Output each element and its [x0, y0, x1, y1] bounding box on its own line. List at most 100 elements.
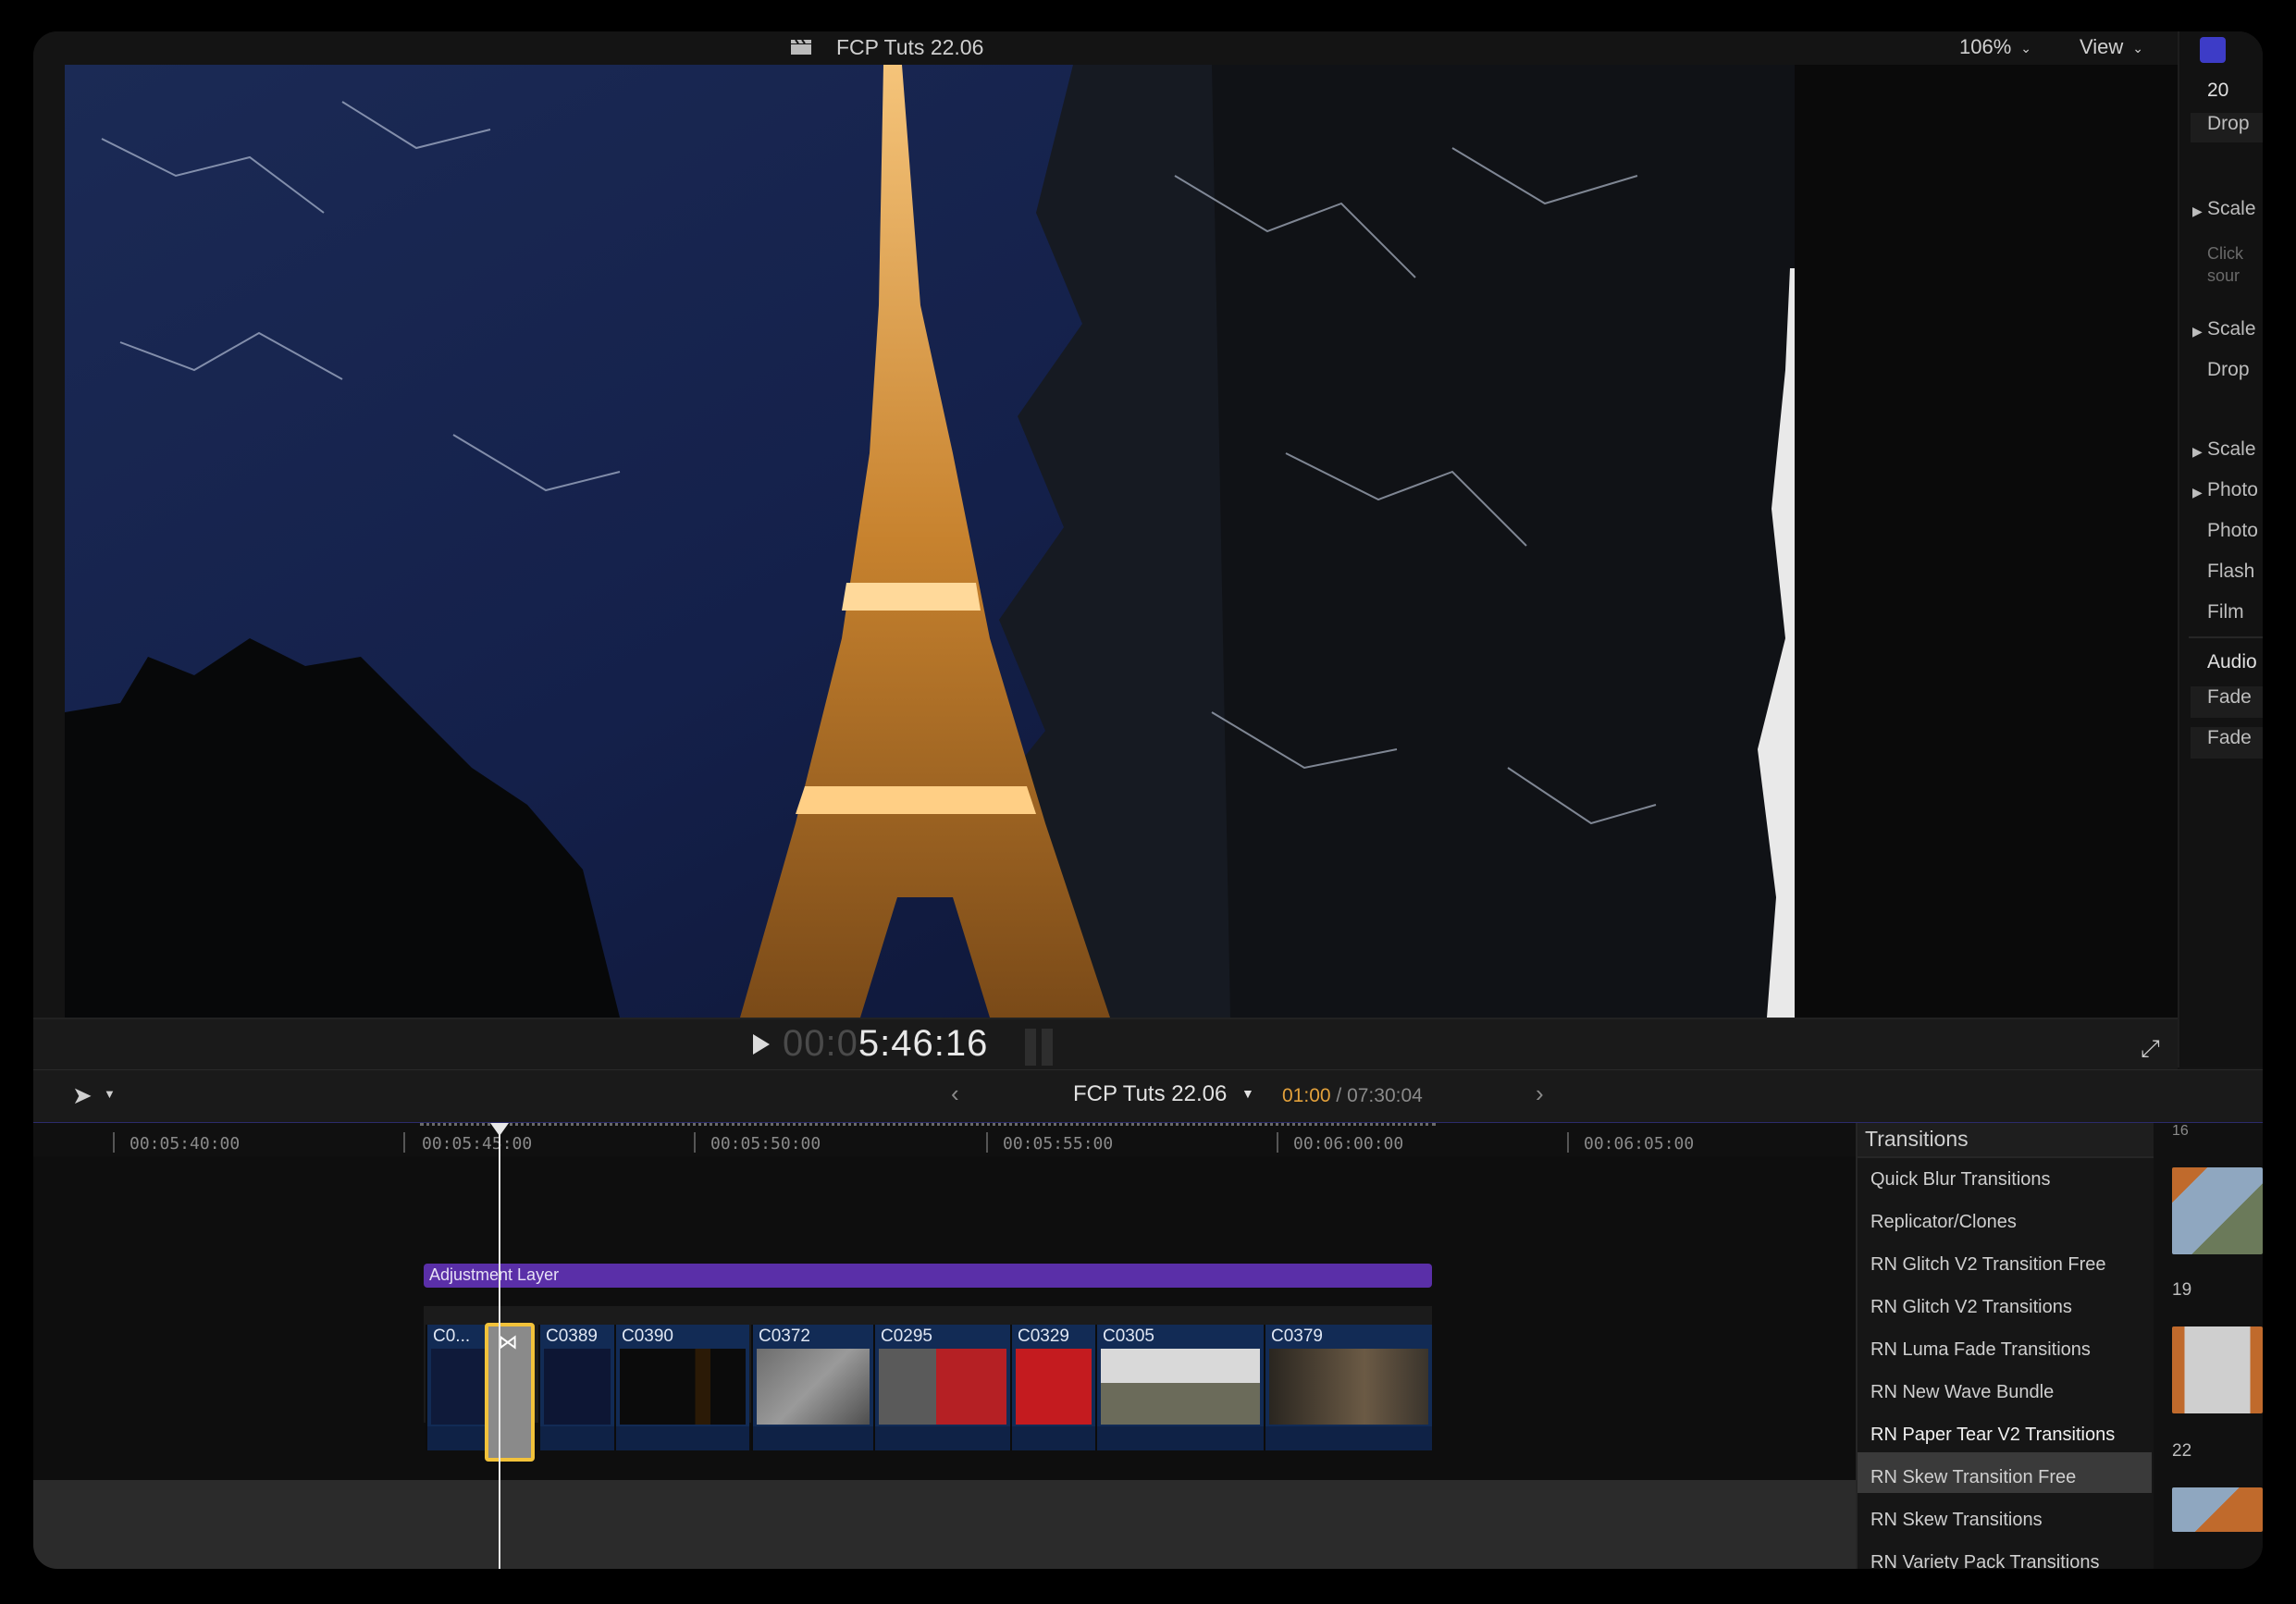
transition-thumbnails: 16 19 22 [2154, 1123, 2263, 1569]
ruler-tick [1277, 1132, 1278, 1153]
inspector-row[interactable]: Fade [2191, 727, 2263, 759]
timeline-clip[interactable]: C0... [426, 1325, 488, 1450]
clip-thumbnail [879, 1349, 1006, 1425]
clip-audio [1012, 1426, 1095, 1450]
timeline-ruler[interactable]: 00:05:40:00 00:05:45:00 00:05:50:00 00:0… [33, 1123, 1856, 1156]
browser-item[interactable]: RN New Wave Bundle [1870, 1382, 2054, 1403]
clip-name: C0... [433, 1326, 471, 1346]
browser-header: Transitions [1858, 1123, 2154, 1158]
ruler-tick [986, 1132, 988, 1153]
inspector-row[interactable]: Scale [2207, 318, 2256, 340]
timecode-display[interactable]: 00:05:46:16 [783, 1023, 988, 1065]
inspector-row[interactable]: Scale [2207, 198, 2256, 220]
clip-thumbnail [757, 1349, 870, 1425]
timeline-clip[interactable]: C0305 [1095, 1325, 1264, 1450]
inspector-row: Click [2207, 244, 2243, 263]
inspector-row[interactable]: Drop [2191, 113, 2263, 142]
view-menu[interactable]: View ⌄ [2080, 31, 2143, 64]
clip-name: C0295 [881, 1326, 932, 1346]
clip-audio [616, 1426, 749, 1450]
ruler-tick [1567, 1132, 1569, 1153]
clip-thumbnail [544, 1349, 611, 1425]
timeline-clip[interactable]: C0329 [1010, 1325, 1095, 1450]
browser-item-selected[interactable]: RN Paper Tear V2 Transitions [1870, 1425, 2115, 1446]
clip-thumbnail [1016, 1349, 1092, 1425]
timeline-clip[interactable]: C0295 [873, 1325, 1010, 1450]
browser-item[interactable]: Quick Blur Transitions [1870, 1169, 2051, 1191]
timeline-duration: 01:00 / 07:30:04 [1282, 1085, 1423, 1107]
thumbnail-number: 22 [2172, 1441, 2192, 1461]
timecode-dim: 00:0 [783, 1023, 858, 1064]
project-title: FCP Tuts 22.06 [836, 35, 984, 59]
range-indicator [420, 1123, 1436, 1129]
inspector-row[interactable]: Audio [2207, 651, 2257, 673]
zoom-menu[interactable]: 106% ⌄ [1959, 31, 2031, 64]
disclosure-triangle-icon[interactable]: ▶ [2192, 204, 2203, 219]
browser-item[interactable]: RN Skew Transition Free [1870, 1467, 2076, 1488]
inspector-row[interactable]: Photo [2207, 520, 2258, 542]
transition-thumbnail[interactable] [2172, 1326, 2263, 1413]
timeline-clip[interactable]: C0389 [538, 1325, 614, 1450]
clip-name: C0305 [1103, 1326, 1154, 1346]
timeline-current: 01:00 [1282, 1085, 1331, 1106]
chevron-left-icon[interactable]: ‹ [951, 1080, 959, 1108]
video-frame [65, 65, 1795, 1018]
chevron-down-icon[interactable]: ▼ [104, 1087, 116, 1101]
browser-title: Transitions [1865, 1127, 1969, 1151]
inspector-row[interactable]: Flash [2207, 561, 2254, 583]
viewer[interactable] [65, 65, 2211, 1018]
disclosure-triangle-icon[interactable]: ▶ [2192, 324, 2203, 339]
inspector-row: sour [2207, 266, 2240, 285]
audio-meter-icon [1025, 1029, 1056, 1066]
inspector-row[interactable]: Film [2207, 601, 2244, 623]
timeline-audio-area[interactable] [33, 1480, 1856, 1569]
timeline-project-name[interactable]: FCP Tuts 22.06 [1073, 1081, 1227, 1107]
clip-name: C0372 [759, 1326, 810, 1346]
chevron-down-icon: ⌄ [2020, 41, 2032, 56]
transition-thumbnail[interactable] [2172, 1487, 2263, 1532]
play-icon[interactable] [753, 1034, 770, 1055]
clip-audio [540, 1426, 614, 1450]
timeline-clip[interactable]: C0372 [751, 1325, 873, 1450]
chevron-right-icon[interactable]: › [1536, 1080, 1544, 1108]
playhead-handle[interactable] [490, 1123, 509, 1136]
ruler-tick [694, 1132, 696, 1153]
chevron-down-icon[interactable]: ▼ [1241, 1086, 1254, 1101]
timeline-header: ➤ ▼ ‹ FCP Tuts 22.06 ▼ 01:00 / 07:30:04 … [33, 1069, 2263, 1124]
playhead[interactable] [499, 1123, 500, 1569]
clip-audio [1265, 1426, 1432, 1450]
transition-icon: ⋈ [498, 1330, 518, 1353]
inspector-icon[interactable] [2200, 37, 2226, 63]
selected-transition[interactable]: ⋈ [485, 1323, 535, 1462]
fullscreen-icon[interactable]: ⤢ [2141, 1034, 2160, 1064]
timeline-clip[interactable]: C0379 [1264, 1325, 1432, 1450]
ruler-label: 00:05:55:00 [1003, 1134, 1114, 1154]
timeline-separator: / [1330, 1085, 1348, 1106]
disclosure-triangle-icon[interactable]: ▶ [2192, 485, 2203, 500]
browser-item[interactable]: RN Glitch V2 Transition Free [1870, 1254, 2106, 1276]
clip-audio [427, 1426, 488, 1450]
inspector-row[interactable]: Drop [2207, 359, 2250, 381]
browser-item[interactable]: Replicator/Clones [1870, 1212, 2017, 1233]
timeline-clip[interactable]: C0390 [614, 1325, 749, 1450]
browser-item[interactable]: RN Glitch V2 Transitions [1870, 1297, 2072, 1318]
ruler-label: 00:05:50:00 [710, 1134, 821, 1154]
inspector-row[interactable]: Fade [2191, 686, 2263, 718]
disclosure-triangle-icon[interactable]: ▶ [2192, 444, 2203, 460]
inspector-row[interactable]: Scale [2207, 438, 2256, 461]
thumbnail-number: 16 [2172, 1123, 2189, 1139]
clip-name: C0329 [1018, 1326, 1069, 1346]
clip-name: C0390 [622, 1326, 673, 1346]
ruler-label: 00:06:05:00 [1584, 1134, 1695, 1154]
fcp-window: FCP Tuts 22.06 106% ⌄ View ⌄ 20 Drop ▶ S… [33, 31, 2263, 1569]
ruler-label: 00:06:00:00 [1293, 1134, 1404, 1154]
browser-item[interactable]: RN Variety Pack Transitions [1870, 1552, 2100, 1569]
inspector-row[interactable]: Photo [2207, 479, 2258, 501]
ruler-label: 00:05:40:00 [130, 1134, 241, 1154]
view-label: View [2080, 35, 2124, 58]
adjustment-layer-clip[interactable]: Adjustment Layer [424, 1264, 1432, 1288]
transition-thumbnail[interactable] [2172, 1167, 2263, 1254]
browser-item[interactable]: RN Skew Transitions [1870, 1510, 2043, 1531]
select-tool-icon[interactable]: ➤ [72, 1081, 93, 1110]
browser-item[interactable]: RN Luma Fade Transitions [1870, 1339, 2091, 1361]
